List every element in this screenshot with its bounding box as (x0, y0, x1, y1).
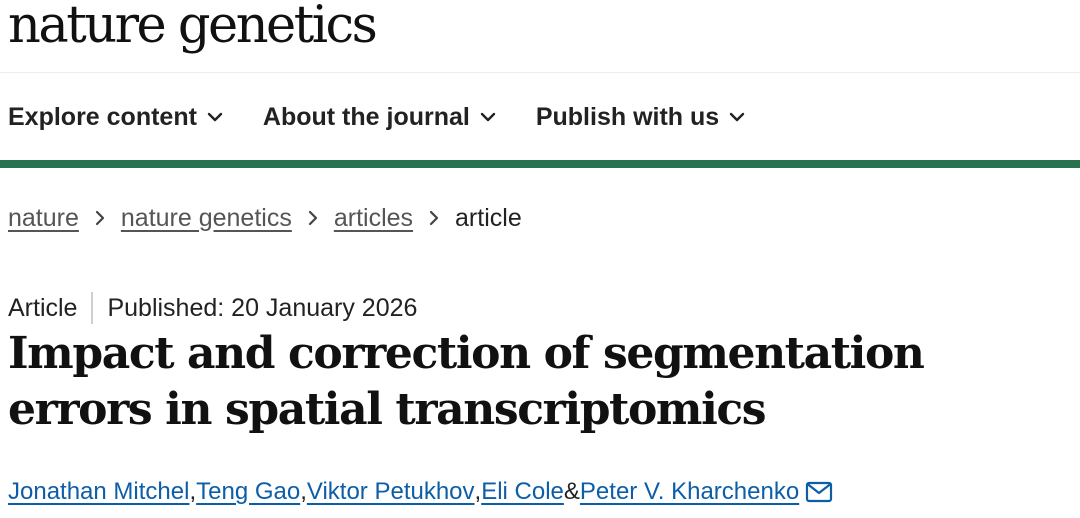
nav-explore-content[interactable]: Explore content (8, 103, 223, 132)
main-nav: Explore content About the journal Publis… (8, 96, 785, 138)
published-date: Published: 20 January 2026 (107, 293, 418, 322)
accent-bar (0, 160, 1080, 168)
author-link[interactable]: Eli Cole (481, 478, 564, 506)
author-link[interactable]: Viktor Petukhov (307, 478, 475, 506)
site-logo[interactable]: nature genetics (8, 0, 378, 58)
author-link[interactable]: Peter V. Kharchenko (580, 478, 799, 506)
article-title: Impact and correction of segmentation er… (8, 328, 925, 435)
nav-label: Explore content (8, 102, 197, 131)
breadcrumb-link-nature-genetics[interactable]: nature genetics (121, 204, 292, 233)
author-separator: , (189, 478, 197, 505)
nav-label: About the journal (262, 102, 470, 131)
author-separator: , (300, 478, 307, 505)
nav-publish-with-us[interactable]: Publish with us (536, 103, 745, 132)
chevron-right-icon (95, 210, 105, 226)
breadcrumb-link-articles[interactable]: articles (334, 204, 413, 233)
article-type: Article (8, 293, 78, 322)
meta-divider (91, 292, 94, 324)
author-separator: & (563, 478, 580, 505)
chevron-down-icon (729, 112, 745, 122)
nav-about-the-journal[interactable]: About the journal (263, 103, 496, 132)
chevron-right-icon (308, 210, 318, 226)
breadcrumb-current: article (455, 203, 522, 232)
header-divider (0, 72, 1080, 73)
breadcrumb: nature nature genetics articles article (8, 198, 522, 238)
author-link[interactable]: Teng Gao (196, 478, 300, 506)
breadcrumb-link-nature[interactable]: nature (8, 204, 79, 233)
author-separator: , (474, 478, 482, 505)
chevron-down-icon (207, 112, 223, 122)
chevron-down-icon (480, 112, 496, 122)
mail-icon[interactable] (805, 481, 833, 503)
nav-label: Publish with us (535, 102, 720, 131)
author-link[interactable]: Jonathan Mitchel (8, 478, 189, 506)
article-meta: Article Published: 20 January 2026 (8, 290, 417, 326)
chevron-right-icon (429, 210, 439, 226)
author-list: Jonathan Mitchel, Teng Gao, Viktor Petuk… (8, 474, 833, 510)
